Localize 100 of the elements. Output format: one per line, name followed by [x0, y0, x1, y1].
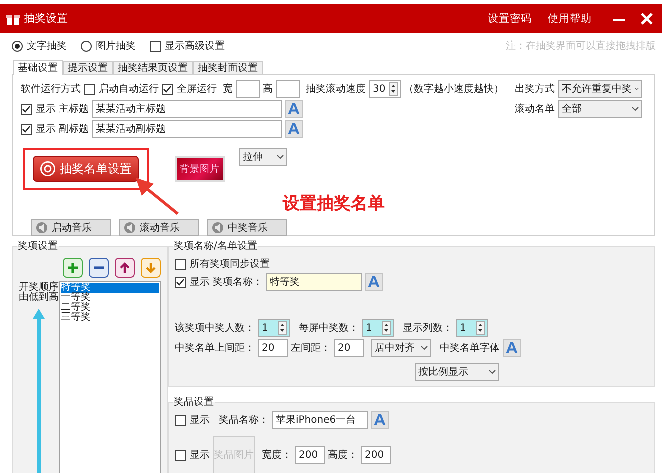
speaker-icon	[36, 222, 48, 234]
list-item[interactable]: 二等奖	[61, 303, 159, 313]
font-icon	[506, 342, 518, 354]
tab[interactable]: 抽奖封面设置	[193, 61, 263, 74]
field-label: 左间距：	[291, 342, 331, 355]
group-title: 奖品设置	[173, 396, 215, 409]
checkbox[interactable]	[21, 124, 32, 134]
spin-field[interactable]: 1	[456, 319, 488, 337]
group-title: 奖项名称/名单设置	[173, 240, 258, 253]
text-field[interactable]: 某某活动副标题	[92, 120, 282, 138]
list-item[interactable]: 三等奖	[61, 313, 159, 323]
text-field[interactable]: 某某活动主标题	[92, 100, 282, 118]
font-button[interactable]	[365, 273, 383, 291]
field-label: 主标题	[59, 102, 89, 116]
caret-icon	[632, 107, 639, 111]
list-item[interactable]: 一等奖	[61, 293, 159, 303]
tab[interactable]: 抽奖结果页设置	[113, 61, 193, 74]
close-icon[interactable]	[640, 12, 654, 26]
caret-icon	[421, 346, 428, 350]
text-field[interactable]: 20	[334, 339, 364, 357]
background-image-button[interactable]: 背景图片	[175, 156, 225, 182]
checkbox-label: 所有奖项同步设置	[190, 258, 270, 271]
spinner-icon[interactable]	[382, 321, 391, 335]
dropdown[interactable]: 按比例显示	[414, 363, 498, 381]
tab[interactable]: 提示设置	[63, 61, 113, 74]
text-field[interactable]: 特等奖	[266, 273, 362, 291]
text-field[interactable]: 20	[258, 339, 288, 357]
arrow	[136, 178, 179, 216]
font-button[interactable]	[285, 120, 303, 138]
field-label: 中奖名单字体	[440, 342, 500, 355]
window-title: 抽奖设置	[24, 11, 68, 26]
checkbox[interactable]	[162, 84, 173, 94]
caret-icon	[488, 370, 496, 374]
radio-label: 文字抽奖	[27, 40, 67, 53]
radio-button[interactable]	[12, 40, 23, 52]
font-icon	[288, 123, 300, 135]
field-label: 副标题	[59, 122, 89, 136]
list-settings-button[interactable]: 抽奖名单设置	[33, 156, 139, 182]
field-label: 高度：	[328, 448, 358, 462]
field-label: 滚动名单	[515, 102, 555, 116]
spinner-icon[interactable]	[476, 321, 485, 335]
down-arrow-icon	[145, 262, 157, 274]
music-button[interactable]: 滚动音乐	[119, 219, 199, 236]
checkbox[interactable]	[175, 414, 186, 426]
checkbox-label: 全屏运行	[177, 82, 217, 96]
dropdown[interactable]: 不允许重复中奖	[558, 80, 642, 98]
field-label: 宽度：	[262, 448, 292, 462]
field-label: 软件运行方式	[21, 82, 81, 96]
caret-icon	[277, 155, 284, 159]
checkbox-label: 显示高级设置	[165, 40, 225, 53]
text-field[interactable]: 200	[295, 446, 325, 464]
spin-field[interactable]: 1	[258, 319, 290, 337]
font-button[interactable]	[371, 411, 389, 429]
font-icon	[368, 276, 380, 288]
spinner-icon[interactable]	[389, 82, 398, 96]
spin-field[interactable]: 30	[369, 80, 401, 98]
checkbox-label: 显示	[190, 414, 210, 427]
title-link[interactable]: 使用帮助	[548, 12, 592, 26]
spinner-icon[interactable]	[278, 321, 287, 335]
checkbox[interactable]	[84, 84, 95, 94]
text-field[interactable]: 200	[361, 446, 391, 464]
speaker-icon	[124, 222, 136, 234]
checkbox-label: 显示	[36, 123, 56, 136]
music-button[interactable]: 中奖音乐	[207, 219, 287, 236]
checkbox[interactable]	[21, 104, 32, 114]
title-link[interactable]: 设置密码	[488, 12, 532, 26]
field-label: 奖品名称：	[219, 414, 269, 427]
field-label: 显示列数：	[403, 322, 453, 335]
add-button[interactable]	[63, 258, 83, 278]
checkbox-label: 显示	[36, 103, 56, 116]
font-icon	[288, 103, 300, 115]
font-button[interactable]	[285, 100, 303, 118]
field-label: 每屏中奖数：	[299, 322, 359, 335]
caret-icon	[635, 87, 639, 91]
dropdown[interactable]: 拉伸	[239, 148, 287, 166]
field-label: 出奖方式	[515, 82, 555, 96]
checkbox[interactable]	[175, 276, 186, 288]
text-field[interactable]	[236, 80, 260, 98]
checkbox-label: 显示	[190, 276, 210, 289]
font-icon	[374, 414, 386, 426]
dropdown[interactable]: 全部	[558, 100, 642, 118]
field-label: 宽	[223, 82, 233, 96]
spin-field[interactable]: 1	[362, 319, 394, 337]
checkbox[interactable]	[175, 450, 186, 460]
field-label: 中奖名单上间距：	[175, 342, 255, 355]
plus-icon	[67, 262, 79, 274]
speaker-icon	[212, 222, 224, 234]
field-label: 高	[263, 82, 273, 96]
text-field[interactable]	[276, 80, 300, 98]
checkbox[interactable]	[175, 258, 186, 270]
remove-button[interactable]	[89, 258, 109, 278]
annotation-text: 设置抽奖名单	[283, 193, 385, 215]
font-button[interactable]	[503, 339, 521, 357]
checkbox[interactable]	[150, 40, 161, 52]
tab[interactable]: 基础设置	[13, 60, 63, 75]
radio-button[interactable]	[81, 40, 92, 52]
dropdown[interactable]: 居中对齐	[371, 339, 431, 357]
move-up-button[interactable]	[115, 258, 135, 278]
music-button[interactable]: 启动音乐	[31, 219, 111, 236]
text-field[interactable]: 苹果iPhone6一台	[272, 411, 368, 429]
